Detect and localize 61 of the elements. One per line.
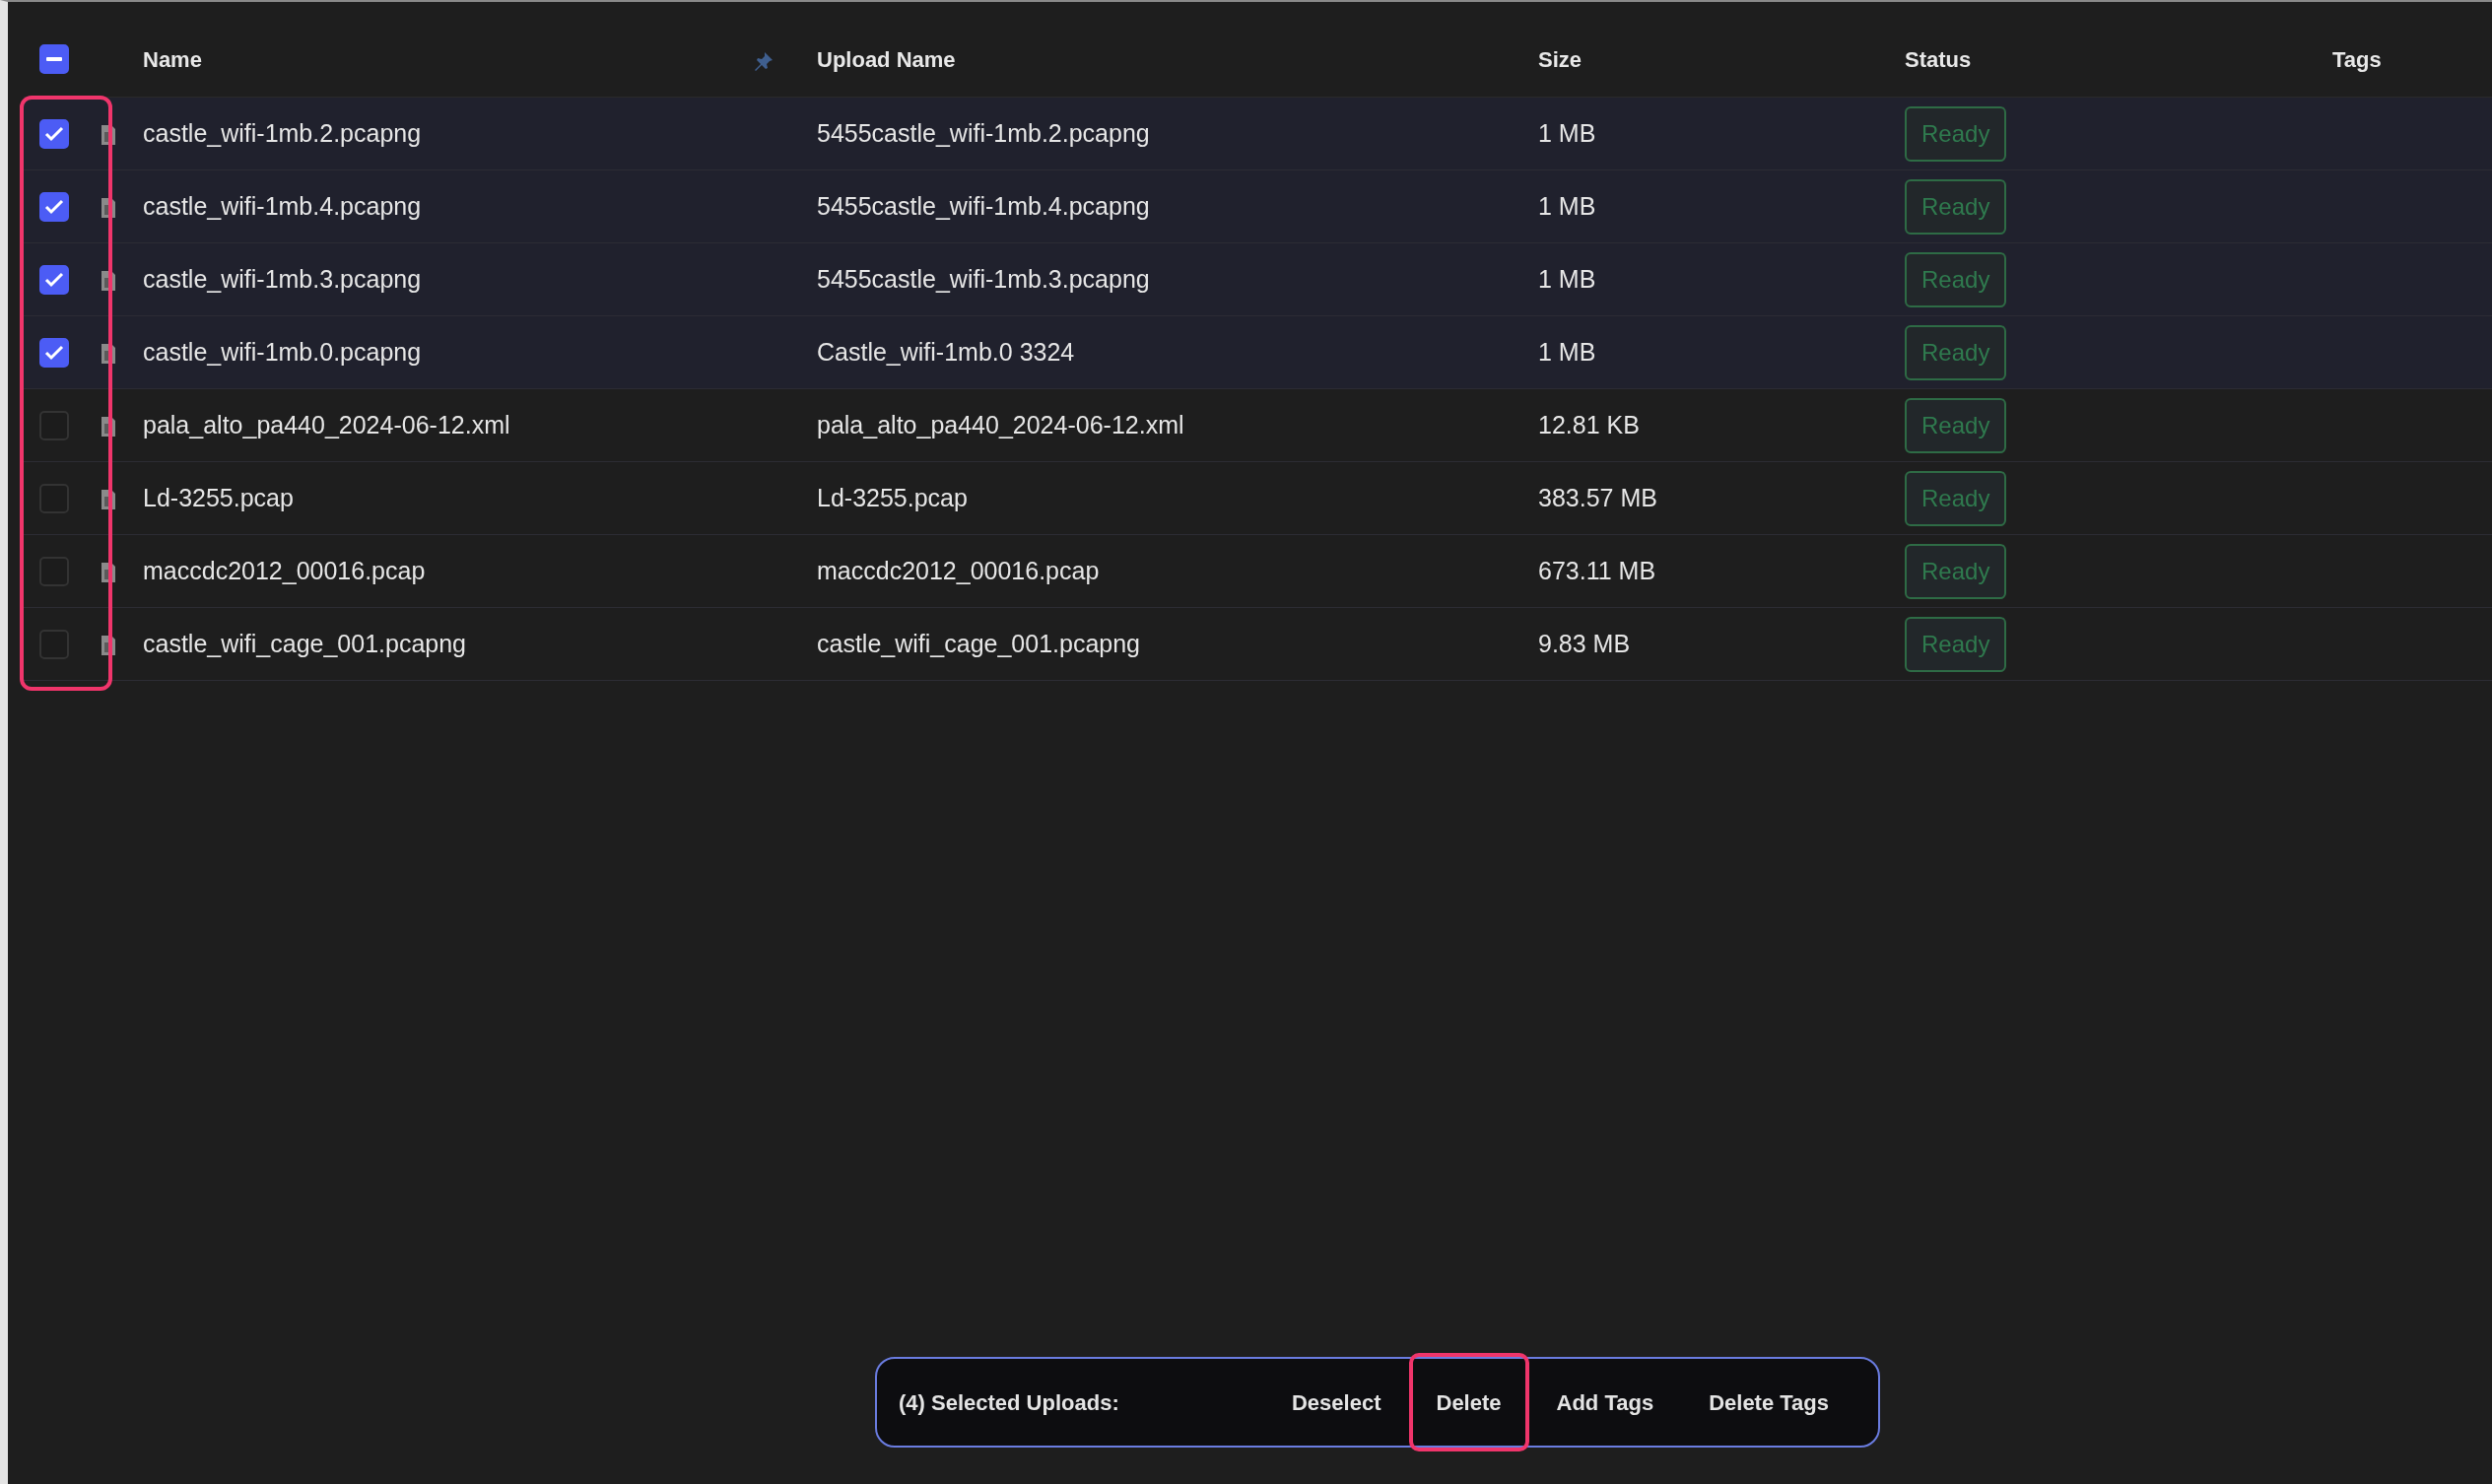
row-checkbox[interactable] <box>39 337 69 368</box>
file-name: pala_alto_pa440_2024-06-12.xml <box>143 409 511 440</box>
column-header: Size <box>1538 45 1583 74</box>
file-name: castle_wifi-1mb.0.pcapng <box>143 336 423 368</box>
toolbar-button[interactable]: Delete <box>1408 1353 1529 1451</box>
table-row[interactable]: castle_wifi-1mb.0.pcapng Castle_wifi-1mb.0 3324 1 MB Ready <box>24 316 2492 389</box>
file-size: 12.81 KB <box>1538 409 1641 440</box>
upload-name: 5455castle_wifi-1mb.4.pcapng <box>817 190 1151 222</box>
column-header: Status <box>1905 46 1972 72</box>
column-header: Name <box>143 45 203 74</box>
table-row[interactable]: castle_wifi-1mb.3.pcapng 5455castle_wifi-1mb.3.pcapng 1 MB Ready <box>24 243 2492 316</box>
check-icon <box>44 125 64 142</box>
row-checkbox[interactable] <box>39 191 69 222</box>
selection-count: (4) Selected Uploads: <box>899 1388 1119 1417</box>
upload-name: 5455castle_wifi-1mb.2.pcapng <box>817 117 1151 149</box>
status-badge: Ready <box>1905 543 2007 599</box>
check-icon <box>44 271 64 288</box>
file-size: 1 MB <box>1538 117 1597 149</box>
file-size: 673.11 MB <box>1538 555 1657 586</box>
row-checkbox[interactable] <box>39 264 69 295</box>
toolbar-button[interactable]: Deselect <box>1264 1353 1409 1451</box>
file-size: 9.83 MB <box>1538 628 1632 659</box>
file-size: 1 MB <box>1538 190 1597 222</box>
file-size: 383.57 MB <box>1538 482 1658 513</box>
table-row[interactable]: maccdc2012_00016.pcap maccdc2012_00016.pcap 673.11 MB Ready <box>24 535 2492 608</box>
status-badge: Ready <box>1905 324 2007 380</box>
upload-name: maccdc2012_00016.pcap <box>817 555 1101 586</box>
upload-name: castle_wifi_cage_001.pcapng <box>817 628 1141 659</box>
table-row[interactable]: castle_wifi-1mb.4.pcapng 5455castle_wifi-1mb.4.pcapng 1 MB Ready <box>24 170 2492 243</box>
table-row[interactable]: pala_alto_pa440_2024-06-12.xml pala_alto_pa440_2024-06-12.xml 12.81 KB Ready <box>24 389 2492 462</box>
file-name: castle_wifi-1mb.2.pcapng <box>143 117 423 149</box>
table-row[interactable]: castle_wifi_cage_001.pcapng castle_wifi_cage_001.pcapng 9.83 MB Ready <box>24 608 2492 681</box>
file-name: maccdc2012_00016.pcap <box>143 555 427 586</box>
toolbar-button[interactable]: Delete Tags <box>1681 1353 1856 1451</box>
toolbar-button[interactable]: Add Tags <box>1528 1353 1682 1451</box>
status-badge: Ready <box>1905 105 2007 162</box>
row-checkbox[interactable] <box>39 118 69 149</box>
file-name: Ld-3255.pcap <box>143 482 295 513</box>
minus-icon <box>46 57 62 61</box>
status-badge: Ready <box>1905 251 2007 307</box>
status-badge: Ready <box>1905 616 2007 672</box>
file-size: 1 MB <box>1538 263 1597 295</box>
file-size: 1 MB <box>1538 336 1597 368</box>
select-all-checkbox[interactable] <box>39 44 69 74</box>
upload-name: Ld-3255.pcap <box>817 482 969 513</box>
check-icon <box>44 344 64 361</box>
upload-name: 5455castle_wifi-1mb.3.pcapng <box>817 263 1151 295</box>
check-icon <box>44 198 64 215</box>
file-name: castle_wifi-1mb.4.pcapng <box>143 190 423 222</box>
status-badge: Ready <box>1905 470 2007 526</box>
upload-name: Castle_wifi-1mb.0 3324 <box>817 336 1076 368</box>
table-row[interactable]: Ld-3255.pcap Ld-3255.pcap 383.57 MB Ready <box>24 462 2492 535</box>
status-badge: Ready <box>1905 397 2007 453</box>
pin-icon[interactable] <box>754 50 774 71</box>
column-header: Upload Name <box>817 45 957 74</box>
status-badge: Ready <box>1905 178 2007 235</box>
file-name: castle_wifi_cage_001.pcapng <box>143 628 467 659</box>
file-name: castle_wifi-1mb.3.pcapng <box>143 263 423 295</box>
upload-name: pala_alto_pa440_2024-06-12.xml <box>817 409 1185 440</box>
column-header: Tags <box>2332 46 2382 72</box>
table-row[interactable]: castle_wifi-1mb.2.pcapng 5455castle_wifi-1mb.2.pcapng 1 MB Ready <box>24 98 2492 170</box>
